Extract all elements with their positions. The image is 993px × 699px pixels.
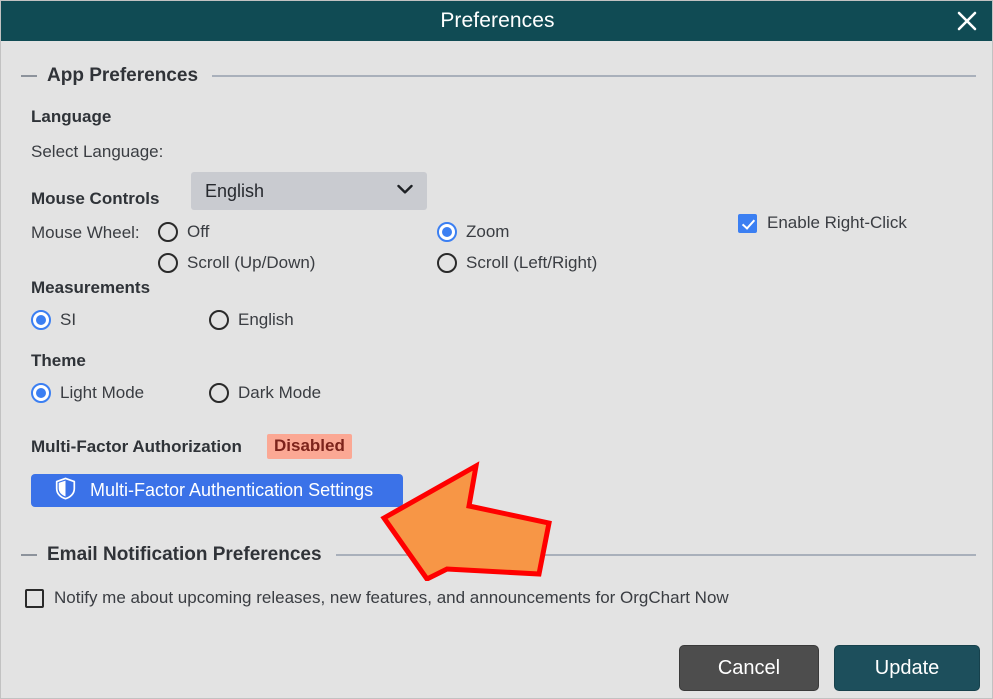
shield-icon [55, 477, 76, 505]
radio-theme-light-mode[interactable]: Light Mode [31, 383, 144, 403]
radio-mouse-wheel-off[interactable]: Off [158, 222, 209, 242]
section-title-email-preferences: Email Notification Preferences [47, 544, 322, 565]
dialog-title: Preferences [440, 9, 555, 32]
checkbox-label: Notify me about upcoming releases, new f… [54, 588, 729, 607]
radio-indicator [437, 222, 457, 242]
radio-indicator [209, 383, 229, 403]
status-badge-mfa: Disabled [267, 434, 352, 459]
collapse-dash-icon[interactable] [21, 554, 37, 556]
checkbox-notify-releases[interactable]: Notify me about upcoming releases, new f… [25, 588, 729, 608]
section-header-app-preferences: App Preferences [21, 65, 976, 87]
radio-label: Light Mode [60, 383, 145, 402]
radio-indicator [158, 222, 178, 242]
radio-label: Scroll (Up/Down) [187, 253, 316, 272]
mfa-settings-button-label: Multi-Factor Authentication Settings [90, 480, 374, 500]
cancel-button[interactable]: Cancel [679, 645, 819, 691]
checkbox-enable-right-click[interactable]: Enable Right-Click [738, 213, 907, 233]
radio-label: SI [60, 310, 77, 329]
section-header-email-preferences: Email Notification Preferences [21, 544, 976, 566]
group-label-theme: Theme [31, 351, 86, 370]
section-divider [212, 75, 976, 77]
checkbox-indicator [25, 588, 44, 608]
section-divider [335, 554, 976, 556]
radio-mouse-wheel-zoom[interactable]: Zoom [437, 222, 509, 242]
radio-indicator [437, 253, 457, 273]
cancel-button-label: Cancel [717, 656, 781, 679]
radio-label: Dark Mode [238, 383, 322, 402]
collapse-dash-icon[interactable] [21, 75, 37, 77]
section-title-app-preferences: App Preferences [47, 65, 199, 86]
update-button-label: Update [874, 656, 940, 679]
label-mouse-wheel: Mouse Wheel: [31, 223, 140, 242]
radio-theme-dark-mode[interactable]: Dark Mode [209, 383, 321, 403]
dialog-titlebar: Preferences [1, 1, 992, 41]
radio-measurement-english[interactable]: English [209, 310, 294, 330]
radio-indicator [31, 383, 51, 403]
radio-label: Off [187, 222, 210, 241]
group-label-mouse-controls: Mouse Controls [31, 189, 160, 208]
radio-label: English [238, 310, 294, 329]
radio-label: Scroll (Left/Right) [466, 253, 598, 272]
checkbox-indicator [738, 213, 757, 233]
preferences-dialog: Preferences App Preferences Language Sel… [0, 0, 993, 699]
language-select-value: English [205, 180, 265, 201]
radio-indicator [209, 310, 229, 330]
close-icon[interactable] [948, 3, 986, 39]
checkbox-label: Enable Right-Click [767, 213, 907, 232]
label-select-language: Select Language: [31, 142, 164, 161]
radio-mouse-wheel-scroll-up-down[interactable]: Scroll (Up/Down) [158, 253, 315, 273]
radio-mouse-wheel-scroll-left-right[interactable]: Scroll (Left/Right) [437, 253, 597, 273]
radio-indicator [158, 253, 178, 273]
dialog-body: App Preferences Language Select Language… [1, 41, 992, 698]
update-button[interactable]: Update [834, 645, 980, 691]
chevron-down-icon [397, 182, 413, 200]
radio-label: Zoom [466, 222, 510, 241]
mfa-settings-button[interactable]: Multi-Factor Authentication Settings [31, 474, 403, 507]
group-label-language: Language [31, 107, 112, 126]
language-select[interactable]: English [191, 172, 427, 210]
group-label-measurements: Measurements [31, 278, 151, 297]
radio-measurement-si[interactable]: SI [31, 310, 76, 330]
mfa-title: Multi-Factor Authorization [31, 437, 242, 456]
radio-indicator [31, 310, 51, 330]
